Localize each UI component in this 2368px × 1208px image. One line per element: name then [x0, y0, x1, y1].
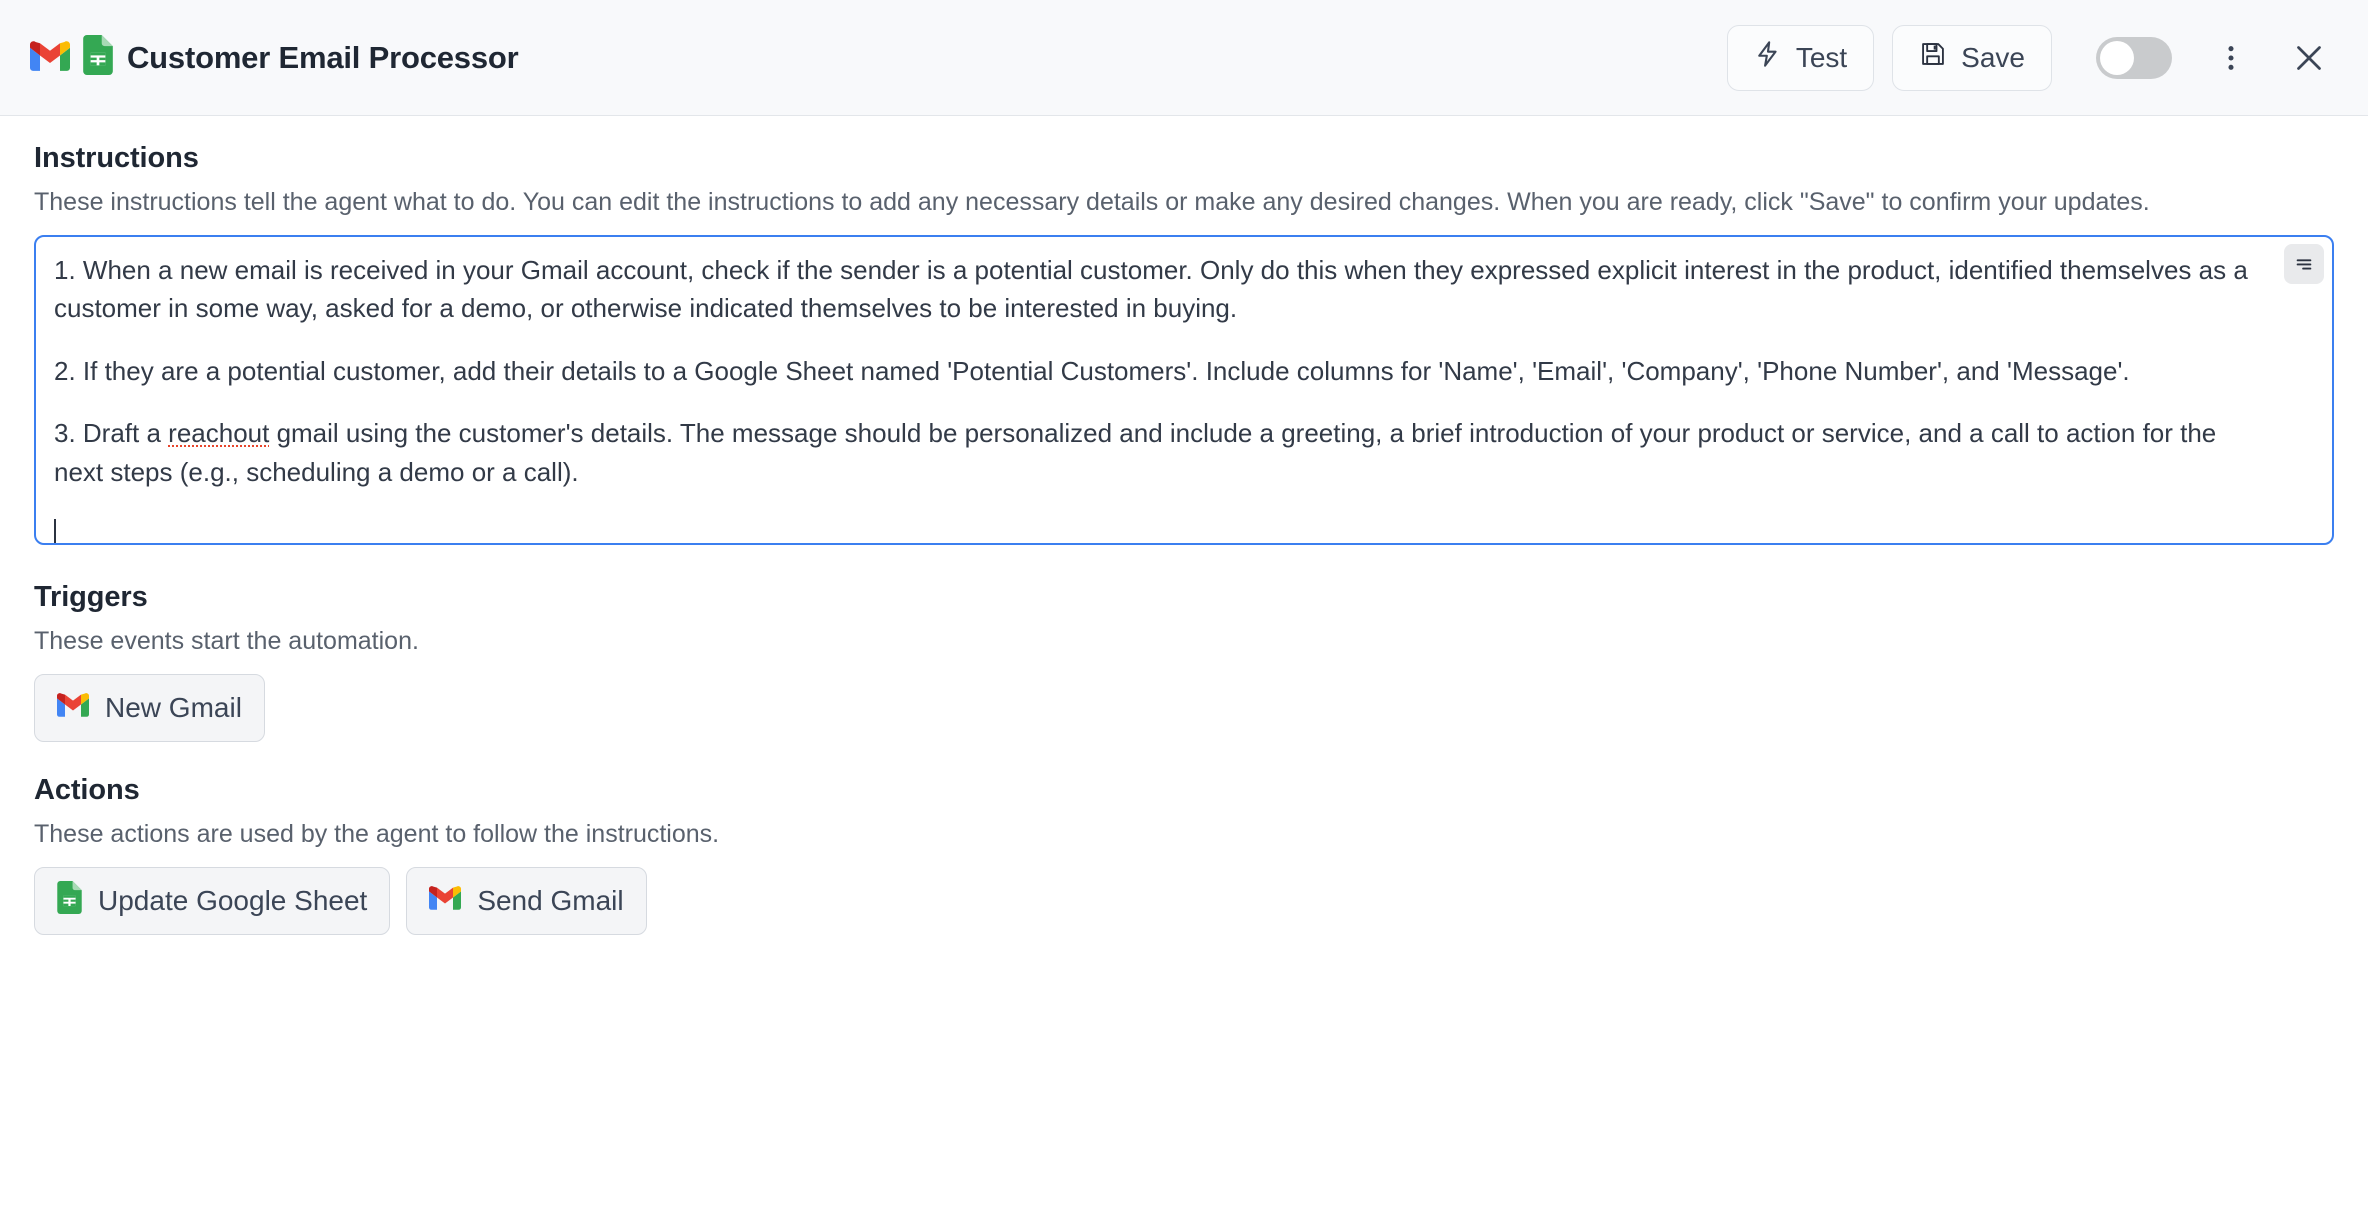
instruction-p3-before: 3. Draft a	[54, 418, 169, 449]
gmail-icon	[57, 692, 89, 724]
instruction-paragraph-2: 2. If they are a potential customer, add…	[54, 355, 2130, 386]
action-chip-label: Send Gmail	[477, 885, 624, 916]
google-sheets-icon	[83, 35, 113, 80]
action-chip-update-google-sheet[interactable]: Update Google Sheet	[34, 867, 391, 935]
kebab-menu-icon[interactable]	[2200, 27, 2262, 89]
instruction-paragraph-1: 1. When a new email is received in your …	[54, 255, 2248, 324]
action-chip-send-gmail[interactable]: Send Gmail	[406, 867, 647, 935]
app-header: Customer Email Processor Test Save	[0, 0, 2368, 116]
triggers-description: These events start the automation.	[34, 627, 419, 655]
actions-chip-row: Update Google Sheet Send Gmail	[34, 867, 2334, 935]
text-lines-handle-icon[interactable]	[2284, 244, 2324, 284]
floppy-disk-save-icon	[1919, 40, 1947, 75]
google-sheets-icon	[57, 881, 82, 921]
instructions-title: Instructions	[34, 142, 199, 174]
header-actions: Test Save	[1726, 24, 2340, 91]
misspelled-word: reachout	[168, 418, 270, 449]
instructions-textarea-content[interactable]: 1. When a new email is received in your …	[36, 237, 2332, 543]
test-button[interactable]: Test	[1726, 24, 1875, 91]
lightning-bolt-icon	[1754, 40, 1782, 75]
enable-automation-toggle[interactable]	[2096, 36, 2172, 79]
triggers-chip-row: New Gmail	[34, 674, 2334, 742]
trigger-chip-label: New Gmail	[105, 692, 242, 723]
text-caret	[54, 519, 56, 543]
instruction-p3-after: gmail using the customer's details. The …	[54, 418, 2217, 487]
save-button-label: Save	[1961, 41, 2025, 73]
actions-title: Actions	[34, 774, 140, 806]
action-chip-label: Update Google Sheet	[98, 885, 368, 916]
instructions-description: These instructions tell the agent what t…	[34, 188, 2150, 216]
save-button[interactable]: Save	[1892, 24, 2052, 91]
page-body: Instructions These instructions tell the…	[0, 116, 2368, 935]
triggers-title: Triggers	[34, 581, 148, 613]
gmail-icon	[30, 40, 70, 76]
header-left-group: Customer Email Processor	[30, 35, 1727, 80]
instruction-paragraph-3: 3. Draft a reachout gmail using the cust…	[54, 414, 2266, 491]
gmail-icon	[429, 885, 462, 917]
test-button-label: Test	[1795, 41, 1848, 73]
actions-description: These actions are used by the agent to f…	[34, 820, 720, 848]
close-icon[interactable]	[2278, 27, 2340, 89]
instruction-caret-line	[54, 515, 2266, 543]
trigger-chip-new-gmail[interactable]: New Gmail	[34, 674, 265, 742]
instructions-textarea[interactable]: 1. When a new email is received in your …	[34, 235, 2334, 545]
page-title: Customer Email Processor	[127, 39, 519, 75]
instructions-section: Instructions These instructions tell the…	[34, 142, 2334, 545]
triggers-section: Triggers These events start the automati…	[34, 581, 2334, 742]
actions-section: Actions These actions are used by the ag…	[34, 774, 2334, 935]
app-icon-group	[30, 35, 113, 80]
